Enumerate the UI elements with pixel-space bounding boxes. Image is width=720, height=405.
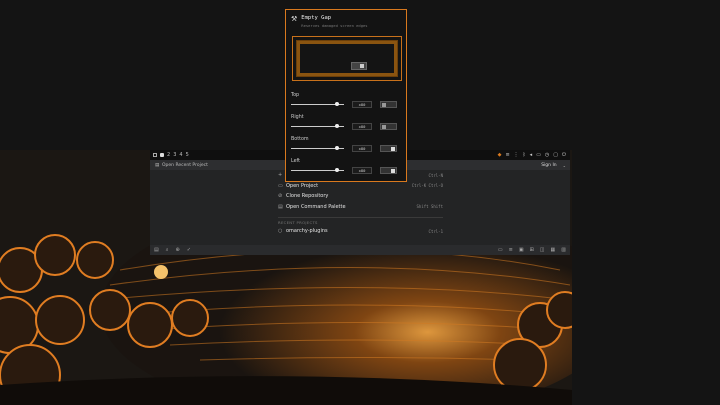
gap-preview-screen — [300, 44, 394, 73]
gap-label-bottom: Bottom — [291, 137, 309, 142]
chevron-down-icon[interactable]: ⌄ — [563, 163, 566, 168]
workspace-1[interactable] — [160, 153, 164, 157]
popup-subtitle: Reserves damaged screen edges — [301, 23, 368, 28]
system-tray: ◆ ≡ ⋮ ᛒ ◂ ▭ ◷ ▢ ⏻ — [498, 152, 566, 158]
open-command-palette-action[interactable]: ▤ Open Command Palette Shift Shift — [278, 202, 443, 213]
gap-label-top: Top — [291, 93, 300, 98]
recent-projects-heading: RECENT PROJECTS — [278, 217, 443, 226]
gap-label-right: Right — [291, 115, 304, 120]
open-recent-project-button[interactable]: Open Recent Project — [162, 163, 208, 168]
folder-icon: ▭ — [278, 182, 283, 189]
panel-toggle-icon[interactable]: ▤ — [154, 247, 159, 253]
gap-slider-bottom[interactable] — [291, 146, 344, 152]
workspace-4[interactable]: 4 — [179, 152, 182, 158]
gap-preview — [292, 36, 402, 81]
volume-icon[interactable]: ◂ — [530, 152, 533, 158]
sign-in-button[interactable]: Sign In — [541, 163, 556, 168]
zoom-icon[interactable]: ⊕ — [176, 247, 180, 253]
recent-project-item[interactable]: ○ omarchy-plugins Ctrl-1 — [278, 226, 443, 237]
battery-icon[interactable]: ▭ — [536, 152, 541, 158]
check-icon[interactable]: ✓ — [187, 247, 191, 253]
terminal-icon[interactable]: ▭ — [498, 247, 503, 253]
clone-repository-action[interactable]: ⊘ Clone Repository — [278, 191, 443, 202]
sidebar-toggle-icon[interactable]: ▤ — [155, 163, 159, 168]
gap-toggle-bottom[interactable] — [380, 145, 397, 152]
workspace-2[interactable]: 2 — [167, 152, 170, 158]
network-icon[interactable]: ⋮ — [514, 152, 519, 158]
notification-icon[interactable]: ◫ — [540, 247, 545, 253]
gap-slider-top[interactable] — [291, 102, 344, 108]
gap-slider-left[interactable] — [291, 168, 344, 174]
popup-title: Empty Gap — [301, 15, 332, 21]
preview-handle — [351, 62, 367, 70]
project-icon: ○ — [278, 228, 283, 235]
workspace-switcher: 2 3 4 5 — [153, 152, 189, 158]
omarchy-menu-icon[interactable] — [153, 153, 157, 157]
assistant-icon[interactable]: ▦ — [551, 247, 556, 253]
empty-gap-popup: ⚒ Empty Gap Reserves damaged screen edge… — [285, 9, 407, 182]
debug-icon[interactable]: ▣ — [519, 247, 524, 253]
gap-preview-border — [296, 40, 398, 77]
gap-toggle-top[interactable] — [380, 101, 397, 108]
workspace-5[interactable]: 5 — [186, 152, 189, 158]
gap-toggle-left[interactable] — [380, 167, 397, 174]
workspace-3[interactable]: 3 — [173, 152, 176, 158]
status-bar: ▤ ⌕ ⊕ ✓ ▭ ≡ ▣ ⊞ ◫ ▦ ▥ — [150, 245, 570, 255]
gap-toggle-right[interactable] — [380, 123, 397, 130]
menu-icon[interactable]: ≡ — [505, 152, 509, 158]
gap-value-top[interactable]: x80 — [352, 101, 372, 108]
split-icon[interactable]: ▥ — [561, 247, 566, 253]
app-icon[interactable]: ◆ — [498, 152, 502, 158]
gap-control-right: Right x80 — [291, 115, 401, 130]
git-icon: ⊘ — [278, 193, 283, 200]
gap-control-top: Top x80 — [291, 93, 401, 108]
gap-control-left: Left x80 — [291, 159, 401, 174]
outline-icon[interactable]: ≡ — [509, 247, 513, 253]
monitor-icon[interactable]: ▢ — [553, 152, 558, 158]
hammer-icon: ⚒ — [291, 15, 298, 23]
open-project-action[interactable]: ▭ Open Project Ctrl-K Ctrl-O — [278, 181, 443, 192]
gap-value-right[interactable]: x80 — [352, 123, 372, 130]
gap-value-left[interactable]: x80 — [352, 167, 372, 174]
gap-control-bottom: Bottom x80 — [291, 137, 401, 152]
command-palette-icon: ▤ — [278, 203, 283, 210]
power-icon[interactable]: ⏻ — [562, 152, 566, 158]
collab-icon[interactable]: ⊞ — [530, 247, 534, 253]
search-icon[interactable]: ⌕ — [166, 247, 169, 253]
gap-label-left: Left — [291, 159, 301, 164]
gap-slider-right[interactable] — [291, 124, 344, 130]
bluetooth-icon[interactable]: ᛒ — [523, 152, 526, 158]
popup-header: ⚒ Empty Gap Reserves damaged screen edge… — [291, 15, 368, 28]
clock-icon[interactable]: ◷ — [545, 152, 549, 158]
gap-value-bottom[interactable]: x80 — [352, 145, 372, 152]
